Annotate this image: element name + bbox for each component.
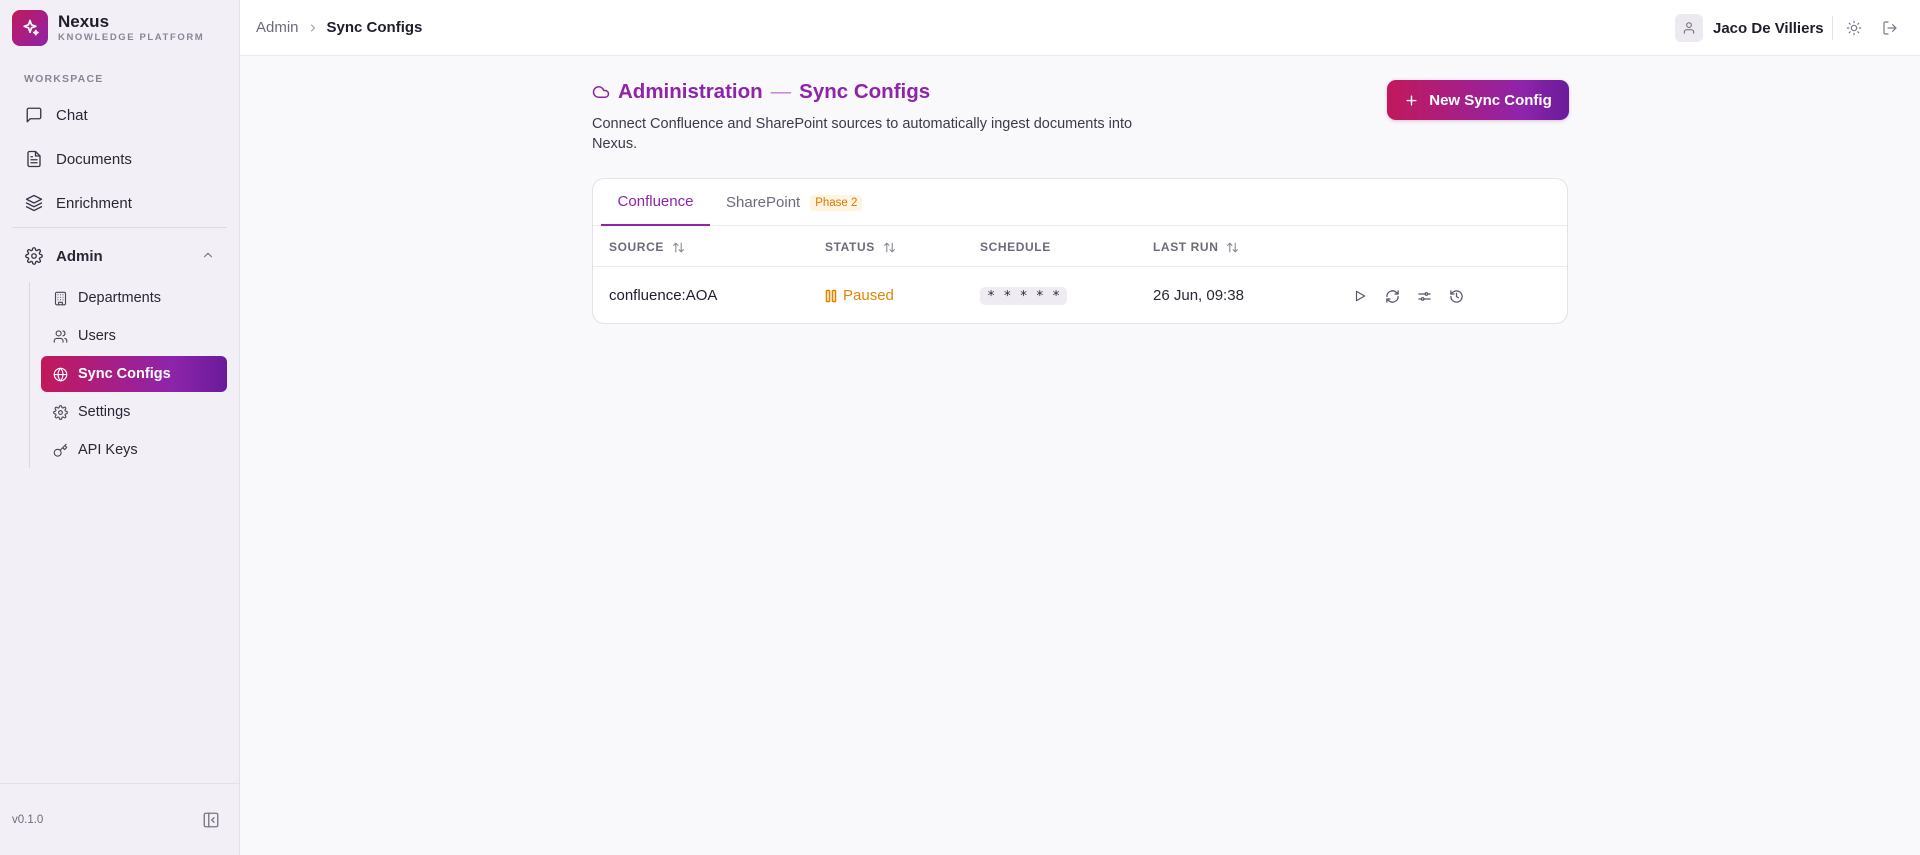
history-icon[interactable] (1447, 287, 1465, 305)
sync-configs-card: Confluence SharePoint Phase 2 SOURCE STA… (592, 178, 1568, 324)
status-badge: Paused (825, 287, 894, 304)
sidebar-item-label: Enrichment (56, 194, 132, 212)
sidebar-item-label: Departments (78, 290, 162, 306)
column-header-schedule: SCHEDULE (980, 240, 1051, 254)
column-header-label: SCHEDULE (980, 240, 1051, 254)
sidebar-item-admin[interactable]: Admin (12, 238, 227, 274)
sidebar-item-users[interactable]: Users (41, 318, 227, 354)
schedule-cron: * * * * * (980, 287, 1068, 305)
sidebar-item-label: Admin (56, 247, 103, 265)
column-header-source[interactable]: SOURCE (609, 240, 685, 254)
breadcrumb: Admin Sync Configs (256, 19, 422, 36)
topbar: Admin Sync Configs Jaco De Villiers (240, 0, 1920, 56)
topbar-divider (1832, 16, 1833, 40)
page-subtitle: Sync Configs (799, 80, 931, 103)
sidebar-item-enrichment[interactable]: Enrichment (12, 185, 227, 221)
title-separator: — (770, 80, 792, 103)
gear-icon (52, 404, 68, 420)
phase-badge: Phase 2 (810, 194, 863, 211)
sidebar-item-label: API Keys (78, 442, 138, 458)
sun-icon[interactable] (1845, 19, 1863, 37)
user-menu[interactable]: Jaco De Villiers (1675, 14, 1824, 42)
globe-icon (52, 366, 68, 382)
tab-label: SharePoint (726, 194, 801, 211)
brand-name: Nexus (58, 12, 110, 31)
user-name: Jaco De Villiers (1713, 19, 1824, 37)
chat-icon (24, 105, 44, 125)
column-header-label: SOURCE (609, 240, 664, 254)
sidebar-item-sync-configs[interactable]: Sync Configs (41, 356, 227, 392)
users-icon (52, 328, 68, 344)
sidebar-item-chat[interactable]: Chat (12, 97, 227, 133)
tab-confluence[interactable]: Confluence (601, 179, 710, 226)
user-icon (1675, 14, 1703, 42)
submenu-guide-line (29, 282, 30, 468)
sliders-icon[interactable] (1415, 287, 1433, 305)
sidebar: Nexus KNOWLEDGE PLATFORM WORKSPACE Chat … (0, 0, 240, 855)
tab-label: Confluence (617, 193, 694, 210)
column-header-label: STATUS (825, 240, 875, 254)
gear-icon (24, 246, 44, 266)
sidebar-footer: v0.1.0 (0, 783, 240, 855)
sidebar-item-label: Documents (56, 150, 132, 168)
document-icon (24, 149, 44, 169)
chevron-right-icon (307, 22, 319, 34)
refresh-icon[interactable] (1383, 287, 1401, 305)
sidebar-item-label: Settings (78, 404, 131, 420)
chevron-up-icon[interactable] (201, 248, 215, 266)
brand-subtitle: KNOWLEDGE PLATFORM (58, 32, 205, 43)
sidebar-divider (12, 227, 227, 228)
page-title: Administration (618, 80, 763, 103)
table-row[interactable]: confluence:AOA Paused * * * * * 26 Jun, … (593, 268, 1567, 324)
sidebar-item-settings[interactable]: Settings (41, 394, 227, 430)
brand[interactable]: Nexus KNOWLEDGE PLATFORM (12, 10, 204, 46)
pause-icon (825, 289, 837, 303)
row-actions (1351, 287, 1479, 305)
play-icon[interactable] (1351, 287, 1369, 305)
building-icon (52, 290, 68, 306)
breadcrumb-current: Sync Configs (326, 19, 423, 36)
sort-icon[interactable] (1226, 241, 1239, 254)
sidebar-item-api-keys[interactable]: API Keys (41, 432, 227, 468)
logout-icon[interactable] (1881, 19, 1899, 37)
table-header: SOURCE STATUS SCHEDULE LAST RUN (593, 227, 1567, 267)
page-description: Connect Confluence and SharePoint source… (592, 116, 1133, 152)
version-label: v0.1.0 (12, 814, 44, 826)
new-sync-config-button[interactable]: New Sync Config (1387, 80, 1569, 120)
layers-icon (24, 193, 44, 213)
row-source: confluence:AOA (609, 287, 718, 304)
sidebar-item-label: Chat (56, 106, 88, 124)
sparkle-logo-icon (12, 10, 48, 46)
sidebar-item-documents[interactable]: Documents (12, 141, 227, 177)
row-last-run: 26 Jun, 09:38 (1153, 287, 1244, 304)
section-label-workspace: WORKSPACE (24, 73, 104, 85)
source-tabs: Confluence SharePoint Phase 2 (593, 179, 1567, 226)
tab-sharepoint[interactable]: SharePoint Phase 2 (726, 179, 863, 226)
column-header-label: LAST RUN (1153, 240, 1219, 254)
collapse-sidebar-icon[interactable] (202, 811, 220, 829)
column-header-status[interactable]: STATUS (825, 240, 896, 254)
new-sync-config-label: New Sync Config (1429, 91, 1552, 109)
cloud-icon (592, 83, 610, 101)
key-icon (52, 442, 68, 458)
sidebar-item-label: Users (78, 328, 116, 344)
plus-icon (1404, 93, 1419, 108)
sort-icon[interactable] (883, 241, 896, 254)
status-label: Paused (843, 287, 894, 304)
column-header-last-run[interactable]: LAST RUN (1153, 240, 1239, 254)
breadcrumb-admin-link[interactable]: Admin (256, 19, 299, 36)
sidebar-item-departments[interactable]: Departments (41, 280, 227, 316)
sidebar-item-label: Sync Configs (78, 366, 171, 382)
sort-icon[interactable] (672, 241, 685, 254)
